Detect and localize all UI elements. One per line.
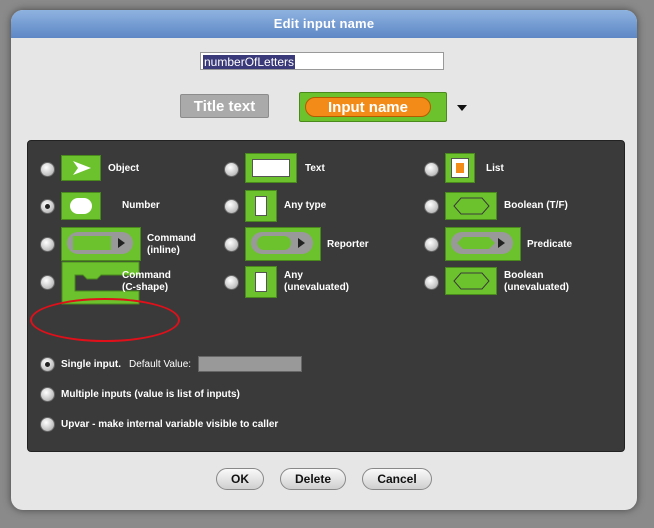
upvar-label: Upvar - make internal variable visible t… [61, 419, 279, 430]
any-unevaluated-block-icon [245, 266, 277, 298]
dropdown-arrow-icon[interactable] [457, 105, 467, 111]
number-block-icon [61, 192, 101, 220]
command-inline-block-icon [61, 227, 141, 261]
radio-command-c[interactable] [40, 275, 55, 290]
title-text-block[interactable]: Title text [180, 94, 269, 118]
ok-button[interactable]: OK [216, 468, 264, 490]
type-label-reporter: Reporter [327, 239, 369, 250]
input-type-panel: Object Text List Number Any type Boolean… [27, 140, 625, 452]
boolean-unevaluated-block-icon [445, 267, 497, 295]
radio-text[interactable] [224, 162, 239, 177]
radio-upvar[interactable] [40, 417, 55, 432]
radio-boolean-unevaluated[interactable] [424, 275, 439, 290]
radio-single-input[interactable] [40, 357, 55, 372]
object-block-icon [61, 155, 101, 181]
default-value-label: Default Value: [129, 359, 192, 370]
type-label-boolean: Boolean (T/F) [504, 200, 568, 211]
input-name-field[interactable]: numberOfLetters [200, 52, 444, 70]
radio-object[interactable] [40, 162, 55, 177]
type-label-list: List [486, 163, 504, 174]
radio-number[interactable] [40, 199, 55, 214]
type-label-predicate: Predicate [527, 239, 573, 250]
radio-list[interactable] [424, 162, 439, 177]
radio-any-unevaluated[interactable] [224, 275, 239, 290]
delete-button[interactable]: Delete [280, 468, 346, 490]
type-label-any-type: Any type [284, 200, 327, 211]
type-label-boolean-unevaluated: Boolean (unevaluated) [504, 270, 570, 293]
cancel-button[interactable]: Cancel [362, 468, 432, 490]
multiple-inputs-label: Multiple inputs (value is list of inputs… [61, 389, 240, 400]
predicate-block-icon [445, 227, 521, 261]
boolean-block-icon [445, 192, 497, 220]
radio-multiple-inputs[interactable] [40, 387, 55, 402]
type-label-text: Text [305, 163, 325, 174]
text-block-icon [245, 153, 297, 183]
radio-boolean[interactable] [424, 199, 439, 214]
list-block-icon [445, 153, 475, 183]
type-label-command-inline: Command (inline) [147, 233, 196, 256]
type-label-command-c: Command (C-shape) [122, 270, 171, 293]
reporter-block-icon [245, 227, 321, 261]
type-label-object: Object [108, 163, 140, 174]
input-name-value: numberOfLetters [203, 55, 296, 69]
edit-input-dialog: Edit input name numberOfLetters Title te… [11, 10, 637, 510]
input-name-pill: Input name [305, 97, 431, 117]
radio-command-inline[interactable] [40, 237, 55, 252]
radio-any-type[interactable] [224, 199, 239, 214]
default-value-field[interactable] [198, 356, 302, 372]
single-input-label: Single input. [61, 359, 121, 370]
radio-reporter[interactable] [224, 237, 239, 252]
radio-predicate[interactable] [424, 237, 439, 252]
input-name-block[interactable]: Input name [299, 92, 447, 122]
dialog-title[interactable]: Edit input name [11, 10, 637, 38]
type-label-any-unevaluated: Any (unevaluated) [284, 270, 350, 293]
any-type-block-icon [245, 190, 277, 222]
type-label-number: Number [122, 200, 160, 211]
